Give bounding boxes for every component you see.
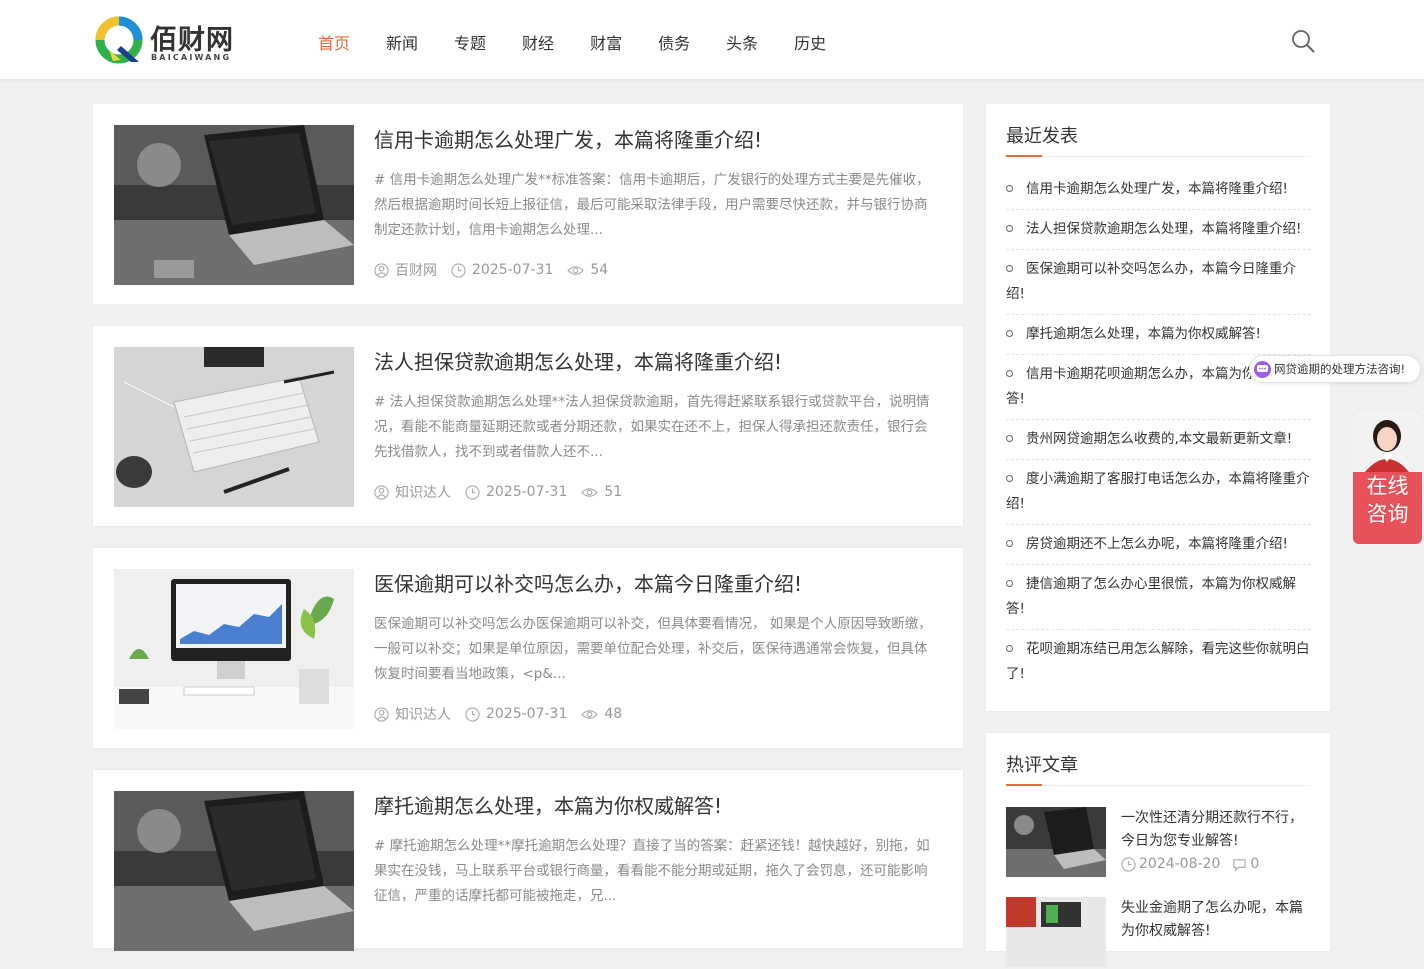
chat-prompt-bubble[interactable]: 网贷逾期的处理方法咨询! — [1249, 355, 1421, 383]
hot-post-meta: 2024-08-20 0 — [1121, 856, 1271, 872]
site-header: 佰财网 BAICAIWANG 首页 新闻 专题 财经 财富 债务 头条 历史 — [0, 0, 1424, 80]
eye-icon — [581, 487, 599, 497]
site-logo[interactable]: 佰财网 BAICAIWANG — [95, 16, 240, 64]
author-icon — [374, 706, 389, 722]
logo-text-en: BAICAIWANG — [151, 53, 232, 62]
article-thumbnail-keyboard[interactable] — [114, 347, 354, 507]
title-underline — [1006, 155, 1311, 157]
recent-post-item[interactable]: 摩托逾期怎么处理，本篇为你权威解答! — [1006, 315, 1311, 355]
search-icon — [1292, 30, 1315, 53]
comment-icon — [1233, 858, 1247, 871]
hot-post-item[interactable]: 一次性还清分期还款行不行，今日为您专业解答! 2024-08-20 0 — [1006, 807, 1311, 879]
nav-finance[interactable]: 财经 — [522, 30, 554, 54]
chat-icon — [1254, 360, 1271, 378]
recent-post-item[interactable]: 花呗逾期冻结已用怎么解除，看完这些你就明白了! — [1006, 630, 1311, 694]
article-card: 信用卡逾期怎么处理广发，本篇将隆重介绍! # 信用卡逾期怎么处理广发**标准答案… — [92, 103, 964, 305]
nav-wealth[interactable]: 财富 — [590, 30, 622, 54]
search-button[interactable] — [1290, 28, 1316, 54]
article-thumbnail-laptop[interactable] — [114, 791, 354, 951]
article-excerpt: # 法人担保贷款逾期怎么处理**法人担保贷款逾期，首先得赶紧联系银行或贷款平台，… — [374, 394, 930, 460]
article-card: 法人担保贷款逾期怎么处理，本篇将隆重介绍! # 法人担保贷款逾期怎么处理**法人… — [92, 325, 964, 527]
hot-post-date: 2024-08-20 — [1139, 856, 1221, 872]
nav-history[interactable]: 历史 — [794, 30, 826, 54]
article-card: 摩托逾期怎么处理，本篇为你权威解答! # 摩托逾期怎么处理**摩托逾期怎么处理？… — [92, 769, 964, 951]
recent-posts-title: 最近发表 — [1006, 126, 1078, 147]
recent-posts-list: 信用卡逾期怎么处理广发，本篇将隆重介绍! 法人担保贷款逾期怎么处理，本篇将隆重介… — [1006, 170, 1311, 694]
recent-post-item[interactable]: 度小满逾期了客服打电话怎么办，本篇将隆重介绍! — [1006, 460, 1311, 525]
agent-avatar-icon — [1353, 412, 1422, 472]
hot-posts-title: 热评文章 — [1006, 755, 1078, 776]
clock-icon — [465, 706, 480, 722]
hot-post-item[interactable]: 失业金逾期了怎么办呢，本篇为你权威解答! — [1006, 897, 1311, 969]
clock-icon — [451, 262, 466, 278]
article-title[interactable]: 摩托逾期怎么处理，本篇为你权威解答! — [374, 790, 722, 819]
article-meta: 知识达人 2025-07-31 51 — [374, 482, 636, 502]
hot-post-thumbnail[interactable] — [1006, 807, 1106, 877]
article-views: 54 — [590, 262, 609, 278]
recent-post-item[interactable]: 房贷逾期还不上怎么办呢，本篇将隆重介绍! — [1006, 525, 1311, 565]
article-thumbnail-laptop[interactable] — [114, 125, 354, 285]
main-nav: 首页 新闻 专题 财经 财富 债务 头条 历史 — [318, 30, 862, 54]
recent-post-item[interactable]: 医保逾期可以补交吗怎么办，本篇今日隆重介绍! — [1006, 250, 1311, 315]
logo-text-cn: 佰财网 — [150, 25, 234, 56]
article-excerpt: # 摩托逾期怎么处理**摩托逾期怎么处理？直接了当的答案：赶紧还钱！越快越好，别… — [374, 838, 930, 904]
hot-post-comments: 0 — [1250, 856, 1260, 872]
article-date: 2025-07-31 — [486, 484, 568, 500]
author-icon — [374, 484, 389, 500]
recent-posts-widget: 最近发表 信用卡逾期怎么处理广发，本篇将隆重介绍! 法人担保贷款逾期怎么处理，本… — [985, 103, 1331, 712]
nav-home[interactable]: 首页 — [318, 30, 350, 54]
recent-post-item[interactable]: 贵州网贷逾期怎么收费的,本文最新更新文章! — [1006, 420, 1311, 460]
article-date: 2025-07-31 — [486, 706, 568, 722]
article-excerpt: # 信用卡逾期怎么处理广发**标准答案：信用卡逾期后，广发银行的处理方式主要是先… — [374, 172, 930, 238]
recent-post-item[interactable]: 捷信逾期了怎么办心里很慌，本篇为你权威解答! — [1006, 565, 1311, 630]
nav-news[interactable]: 新闻 — [386, 30, 418, 54]
chat-prompt-text: 网贷逾期的处理方法咨询! — [1274, 362, 1406, 376]
article-meta: 知识达人 2025-07-31 48 — [374, 704, 636, 724]
article-author[interactable]: 知识达人 — [395, 482, 451, 502]
nav-topics[interactable]: 专题 — [454, 30, 486, 54]
article-thumbnail-desktop[interactable] — [114, 569, 354, 729]
online-consult-button[interactable]: 在线 咨询 — [1353, 412, 1422, 544]
article-author[interactable]: 百财网 — [395, 260, 437, 280]
article-card: 医保逾期可以补交吗怎么办，本篇今日隆重介绍! 医保逾期可以补交吗怎么办医保逾期可… — [92, 547, 964, 749]
article-excerpt: 医保逾期可以补交吗怎么办医保逾期可以补交，但具体要看情况， 如果是个人原因导致断… — [374, 616, 932, 682]
article-author[interactable]: 知识达人 — [395, 704, 451, 724]
article-views: 51 — [604, 484, 623, 500]
article-meta: 百财网 2025-07-31 54 — [374, 260, 622, 280]
recent-post-item[interactable]: 信用卡逾期怎么处理广发，本篇将隆重介绍! — [1006, 170, 1311, 210]
hot-posts-widget: 热评文章 一次性还清分期还款行不行，今日为您专业解答! 2024-08-20 0 — [985, 732, 1331, 967]
nav-headlines[interactable]: 头条 — [726, 30, 758, 54]
consult-label-line1: 在线 — [1366, 474, 1409, 498]
article-title[interactable]: 信用卡逾期怎么处理广发，本篇将隆重介绍! — [374, 124, 762, 153]
article-title[interactable]: 法人担保贷款逾期怎么处理，本篇将隆重介绍! — [374, 346, 782, 375]
consult-label-line2: 咨询 — [1366, 502, 1409, 526]
title-underline — [1006, 784, 1311, 786]
logo-q-icon — [95, 16, 143, 64]
nav-debt[interactable]: 债务 — [658, 30, 690, 54]
eye-icon — [567, 265, 585, 275]
recent-post-item[interactable]: 法人担保贷款逾期怎么处理，本篇将隆重介绍! — [1006, 210, 1311, 250]
article-date: 2025-07-31 — [472, 262, 554, 278]
clock-icon — [465, 484, 480, 500]
author-icon — [374, 262, 389, 278]
eye-icon — [581, 709, 599, 719]
article-title[interactable]: 医保逾期可以补交吗怎么办，本篇今日隆重介绍! — [374, 568, 802, 597]
hot-post-title[interactable]: 一次性还清分期还款行不行，今日为您专业解答! — [1121, 807, 1311, 853]
clock-icon — [1121, 856, 1136, 872]
hot-post-title[interactable]: 失业金逾期了怎么办呢，本篇为你权威解答! — [1121, 897, 1311, 943]
hot-post-thumbnail[interactable] — [1006, 897, 1106, 967]
article-views: 48 — [604, 706, 623, 722]
